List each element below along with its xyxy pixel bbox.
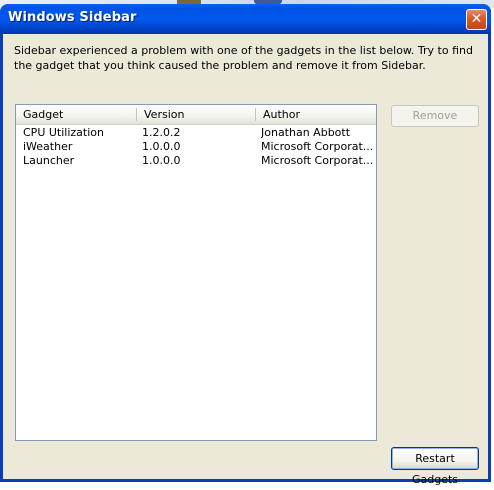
column-header-author[interactable]: Author xyxy=(256,105,376,124)
error-message: Sidebar experienced a problem with one o… xyxy=(14,44,473,72)
column-header-gadget[interactable]: Gadget xyxy=(16,105,136,124)
column-header-version[interactable]: Version xyxy=(137,105,255,124)
list-item[interactable]: iWeather 1.0.0.0 Microsoft Corporat... xyxy=(16,140,376,154)
gadget-version: 1.0.0.0 xyxy=(142,140,181,153)
gadget-name: CPU Utilization xyxy=(23,126,104,139)
gadget-name: Launcher xyxy=(23,154,75,167)
dialog-body: Sidebar experienced a problem with one o… xyxy=(3,34,488,486)
gadget-author: Jonathan Abbott xyxy=(261,126,351,139)
gadget-version: 1.2.0.2 xyxy=(142,126,181,139)
remove-button[interactable]: Remove xyxy=(391,105,479,127)
list-item[interactable]: Launcher 1.0.0.0 Microsoft Corporat... xyxy=(16,154,376,168)
list-header: Gadget Version Author xyxy=(16,105,376,125)
gadget-name: iWeather xyxy=(23,140,73,153)
window-title: Windows Sidebar xyxy=(8,10,137,25)
list-item[interactable]: CPU Utilization 1.2.0.2 Jonathan Abbott xyxy=(16,126,376,140)
gadget-author: Microsoft Corporat... xyxy=(261,154,373,167)
sidebar-error-dialog: Windows Sidebar ✕ Sidebar experienced a … xyxy=(0,4,491,486)
close-icon: ✕ xyxy=(470,11,483,27)
gadget-list[interactable]: Gadget Version Author CPU Utilization 1.… xyxy=(15,104,377,441)
title-bar[interactable]: Windows Sidebar ✕ xyxy=(0,4,491,34)
gadget-version: 1.0.0.0 xyxy=(142,154,181,167)
close-button[interactable]: ✕ xyxy=(466,9,487,30)
gadget-author: Microsoft Corporat... xyxy=(261,140,373,153)
restart-gadgets-button[interactable]: Restart Gadgets xyxy=(391,447,479,486)
